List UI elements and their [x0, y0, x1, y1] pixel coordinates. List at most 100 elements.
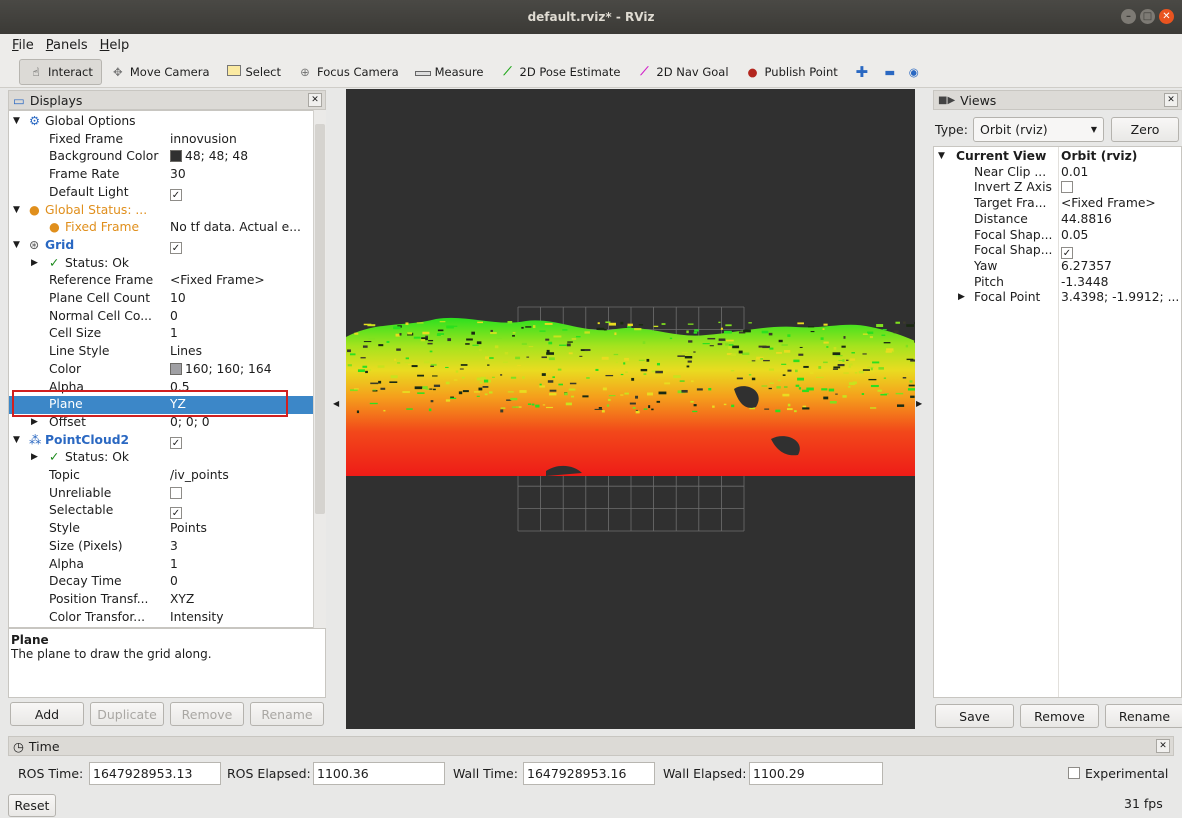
display-row[interactable]: Default Light ✓ — [9, 184, 314, 202]
views-tree[interactable]: ▼ Current View Orbit (rviz) Near Clip ... 0.… — [933, 146, 1182, 698]
right-splitter[interactable]: ▶ — [915, 89, 933, 729]
focus-camera-tool-button[interactable]: ⊕ Focus Camera — [289, 59, 407, 85]
nav-goal-tool-button[interactable]: ⟋ 2D Nav Goal — [628, 59, 736, 85]
display-row-value[interactable]: 10 — [170, 290, 186, 308]
interact-tool-button[interactable]: ☝ Interact — [19, 58, 102, 85]
rename-button[interactable]: Rename — [250, 702, 324, 726]
display-row[interactable]: Size (Pixels) 3 — [9, 538, 314, 556]
display-row-value[interactable]: Intensity — [170, 609, 224, 627]
display-row[interactable]: Position Transf... XYZ — [9, 591, 314, 609]
close-icon[interactable]: ✕ — [1159, 9, 1174, 24]
display-row[interactable]: ▼ ● Global Status: ... — [9, 202, 314, 220]
minimize-icon[interactable]: – — [1121, 9, 1136, 24]
measure-tool-button[interactable]: Measure — [407, 59, 492, 85]
menu-help[interactable]: Help — [100, 38, 130, 53]
eye-tool-button[interactable]: ◉ — [902, 59, 926, 85]
display-row-value[interactable] — [170, 485, 182, 503]
expand-arrow-icon[interactable]: ▼ — [13, 202, 20, 220]
display-row-value[interactable]: 0; 0; 0 — [170, 414, 210, 432]
view-row-value[interactable] — [1061, 180, 1073, 196]
wall-elapsed-field[interactable]: 1100.29 — [749, 762, 883, 785]
collapse-arrow-icon[interactable]: ▶ — [31, 449, 38, 467]
checkbox[interactable] — [1061, 181, 1073, 194]
display-row[interactable]: Background Color 48; 48; 48 — [9, 148, 314, 166]
expand-arrow-icon[interactable]: ▼ — [13, 432, 20, 450]
checkbox[interactable]: ✓ — [170, 241, 182, 254]
display-row-value[interactable]: No tf data. Actual e... — [170, 219, 301, 237]
display-row[interactable]: ▼ ⁂ PointCloud2 ✓ — [9, 432, 314, 450]
rename-view-button[interactable]: Rename — [1105, 704, 1182, 728]
view-type-select[interactable]: Orbit (rviz) ▼ — [973, 117, 1104, 142]
display-row[interactable]: ▶ ✓ Status: Ok — [9, 449, 314, 467]
display-row[interactable]: Line Style Lines — [9, 343, 314, 361]
display-row[interactable]: Alpha 0.5 — [9, 379, 314, 397]
close-panel-icon[interactable]: ✕ — [1156, 739, 1170, 753]
display-row[interactable]: ● Fixed Frame No tf data. Actual e... — [9, 219, 314, 237]
reset-button[interactable]: Reset — [8, 794, 56, 817]
wall-time-field[interactable]: 1647928953.16 — [523, 762, 655, 785]
menu-file[interactable]: File — [12, 38, 34, 53]
display-row-value[interactable]: 0.5 — [170, 379, 190, 397]
checkbox[interactable]: ✓ — [170, 436, 182, 449]
remove-button[interactable]: Remove — [170, 702, 244, 726]
move-camera-tool-button[interactable]: ✥ Move Camera — [102, 59, 218, 85]
display-row-value[interactable]: ✓ — [170, 237, 182, 255]
remove-view-button[interactable]: Remove — [1020, 704, 1099, 728]
display-row-value[interactable]: XYZ — [170, 591, 194, 609]
collapse-arrow-icon[interactable]: ▶ — [31, 255, 38, 273]
view-row-value[interactable]: ✓ — [1061, 243, 1073, 260]
checkbox[interactable]: ✓ — [170, 188, 182, 201]
display-row-value[interactable]: ✓ — [170, 502, 182, 520]
expand-arrow-icon[interactable]: ▼ — [13, 237, 20, 255]
add-button[interactable]: Add — [10, 702, 84, 726]
display-row-value[interactable]: 0 — [170, 308, 178, 326]
display-row[interactable]: Color 160; 160; 164 — [9, 361, 314, 379]
view-row-value[interactable]: Orbit (rviz) — [1061, 149, 1137, 165]
close-panel-icon[interactable]: ✕ — [1164, 93, 1178, 107]
view-row-value[interactable]: <Fixed Frame> — [1061, 196, 1156, 212]
display-row[interactable]: ▼ ⊛ Grid ✓ — [9, 237, 314, 255]
display-row[interactable]: Alpha 1 — [9, 556, 314, 574]
display-row[interactable]: Color Transfor... Intensity — [9, 609, 314, 627]
display-row-value[interactable]: 1 — [170, 325, 178, 343]
scroll-thumb[interactable] — [315, 124, 325, 514]
maximize-icon[interactable]: □ — [1140, 9, 1155, 24]
pose-estimate-tool-button[interactable]: ⟋ 2D Pose Estimate — [492, 59, 629, 85]
checkbox[interactable]: ✓ — [170, 507, 182, 520]
display-row[interactable]: Plane Cell Count 10 — [9, 290, 314, 308]
ros-time-field[interactable]: 1647928953.13 — [89, 762, 221, 785]
add-tool-button[interactable]: ✚ — [846, 59, 878, 85]
duplicate-button[interactable]: Duplicate — [90, 702, 164, 726]
display-row[interactable]: Plane YZ — [9, 396, 314, 414]
display-row-value[interactable]: 1 — [170, 556, 178, 574]
display-row-value[interactable]: /iv_points — [170, 467, 229, 485]
left-splitter[interactable]: ◀ — [332, 89, 340, 729]
display-row[interactable]: Cell Size 1 — [9, 325, 314, 343]
expand-arrow-icon[interactable]: ▼ — [13, 113, 20, 131]
view-row-value[interactable]: 0.05 — [1061, 228, 1088, 244]
display-row-value[interactable]: 0 — [170, 573, 178, 591]
display-row-value[interactable]: 3 — [170, 538, 178, 556]
display-row[interactable]: Fixed Frame innovusion — [9, 131, 314, 149]
checkbox[interactable] — [170, 486, 182, 499]
display-row[interactable]: Decay Time 0 — [9, 573, 314, 591]
display-row-value[interactable]: Points — [170, 520, 207, 538]
display-row-value[interactable]: <Fixed Frame> — [170, 272, 265, 290]
experimental-checkbox[interactable] — [1068, 767, 1080, 779]
view-row-value[interactable]: -1.3448 — [1061, 275, 1108, 291]
display-row[interactable]: Topic/iv_points — [9, 467, 314, 485]
ros-elapsed-field[interactable]: 1100.36 — [313, 762, 445, 785]
display-row[interactable]: ▶ Offset 0; 0; 0 — [9, 414, 314, 432]
display-row[interactable]: Unreliable — [9, 485, 314, 503]
save-view-button[interactable]: Save — [935, 704, 1014, 728]
display-row[interactable]: ▶ ✓ Status: Ok — [9, 255, 314, 273]
collapse-arrow-icon[interactable]: ▶ — [31, 414, 38, 432]
menu-panels[interactable]: Panels — [46, 38, 88, 53]
display-row-value[interactable]: 160; 160; 164 — [170, 361, 272, 379]
display-row-value[interactable]: ✓ — [170, 184, 182, 202]
remove-tool-button[interactable]: ▬ — [878, 59, 902, 85]
display-row-value[interactable]: Lines — [170, 343, 202, 361]
display-row[interactable]: Normal Cell Co... 0 — [9, 308, 314, 326]
zero-button[interactable]: Zero — [1111, 117, 1179, 142]
display-row[interactable]: Style Points — [9, 520, 314, 538]
